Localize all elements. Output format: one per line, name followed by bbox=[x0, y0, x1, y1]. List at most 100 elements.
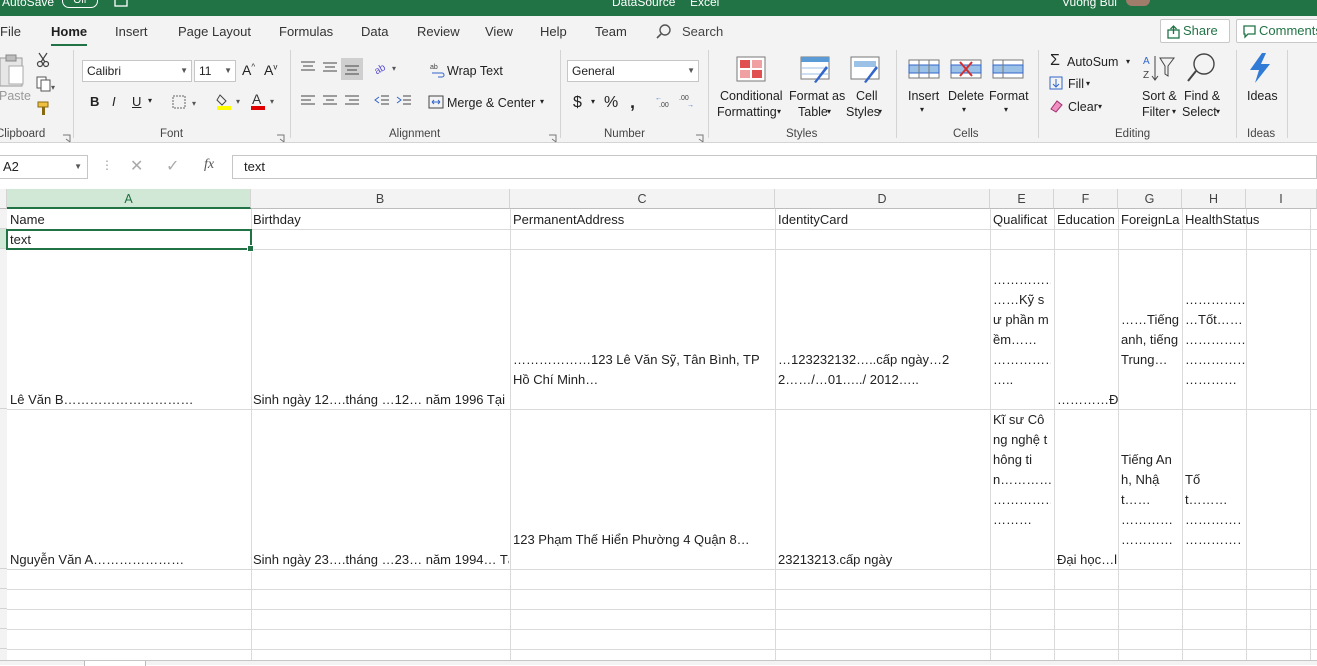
cancel-icon[interactable]: ✕ bbox=[130, 156, 143, 176]
paste-icon[interactable] bbox=[0, 54, 26, 91]
cell-g3[interactable]: ……Tiếng anh, tiếng Trung… bbox=[1121, 310, 1181, 390]
number-launcher-icon[interactable] bbox=[695, 131, 704, 146]
fill-icon[interactable] bbox=[1049, 76, 1063, 93]
grow-font-icon[interactable]: A^ bbox=[242, 62, 255, 78]
align-middle-icon[interactable] bbox=[322, 60, 338, 77]
tab-team[interactable]: Team bbox=[595, 24, 627, 39]
cell-d4[interactable]: 23213213.cấp ngày bbox=[778, 550, 988, 570]
align-top-icon[interactable] bbox=[300, 60, 316, 77]
alignment-launcher-icon[interactable] bbox=[548, 131, 557, 146]
sheet-tab[interactable] bbox=[84, 661, 146, 666]
cell-b3[interactable]: Sinh ngày 12….tháng …12… năm 1996 Tại bbox=[253, 390, 509, 410]
share-button[interactable]: Share bbox=[1160, 19, 1230, 43]
comments-button[interactable]: Comments bbox=[1236, 19, 1317, 43]
cell-b4[interactable]: Sinh ngày 23….tháng …23… năm 1994… Tại bbox=[253, 550, 509, 570]
chevron-down-icon[interactable]: ▾ bbox=[1004, 105, 1008, 114]
align-bottom-icon[interactable] bbox=[341, 58, 363, 80]
chevron-down-icon[interactable]: ▾ bbox=[1098, 102, 1102, 111]
font-size-combo[interactable]: 11 ▼ bbox=[194, 60, 236, 82]
find-select-label-1[interactable]: Find & bbox=[1184, 89, 1220, 103]
percent-icon[interactable]: % bbox=[604, 94, 618, 112]
tab-review[interactable]: Review bbox=[417, 24, 460, 39]
chevron-down-icon[interactable]: ▾ bbox=[827, 107, 831, 116]
column-header-e[interactable]: E bbox=[990, 189, 1054, 209]
copy-icon[interactable]: ▾ bbox=[36, 76, 56, 95]
delete-cells-button[interactable]: Delete bbox=[948, 89, 984, 103]
delete-cells-icon[interactable] bbox=[950, 56, 982, 85]
cell-c1[interactable]: PermanentAddress bbox=[513, 210, 773, 230]
shrink-font-icon[interactable]: Av bbox=[264, 62, 277, 78]
cell-d1[interactable]: IdentityCard bbox=[778, 210, 988, 230]
tab-help[interactable]: Help bbox=[540, 24, 567, 39]
italic-icon[interactable]: I bbox=[112, 94, 116, 109]
format-as-table-label-1[interactable]: Format as bbox=[789, 89, 845, 103]
ideas-icon[interactable] bbox=[1246, 52, 1274, 87]
cut-icon[interactable] bbox=[36, 52, 50, 71]
cell-f4[interactable]: Đại học…l bbox=[1057, 550, 1118, 570]
column-header-a[interactable]: A bbox=[7, 189, 251, 209]
enter-icon[interactable]: ✓ bbox=[166, 156, 179, 176]
save-icon[interactable] bbox=[114, 0, 128, 10]
increase-decimal-icon[interactable]: ← .00 bbox=[655, 93, 675, 112]
clear-button[interactable]: Clear bbox=[1068, 100, 1098, 114]
sort-filter-label-1[interactable]: Sort & bbox=[1142, 89, 1177, 103]
chevron-down-icon[interactable]: ▾ bbox=[1172, 107, 1176, 116]
tab-data[interactable]: Data bbox=[361, 24, 388, 39]
format-cells-icon[interactable] bbox=[992, 56, 1024, 85]
cell-g1[interactable]: ForeignLa bbox=[1121, 210, 1182, 230]
currency-icon[interactable]: $ bbox=[573, 94, 582, 112]
chevron-down-icon[interactable]: ▾ bbox=[1216, 107, 1220, 116]
font-color-icon[interactable]: A ▾ bbox=[250, 91, 280, 113]
find-select-icon[interactable] bbox=[1186, 52, 1216, 87]
cell-styles-icon[interactable] bbox=[850, 56, 880, 87]
cell-a4[interactable]: Nguyễn Văn A………………… bbox=[10, 550, 250, 570]
conditional-formatting-label-1[interactable]: Conditional bbox=[720, 89, 783, 103]
cell-h3[interactable]: …………… …Tốt…… …………… …………… ………… bbox=[1185, 290, 1245, 390]
chevron-down-icon[interactable]: ▾ bbox=[777, 107, 781, 116]
sort-filter-icon[interactable]: AZ bbox=[1143, 54, 1175, 87]
insert-function-icon[interactable]: fx bbox=[204, 157, 214, 173]
row-header[interactable] bbox=[0, 609, 7, 629]
clipboard-launcher-icon[interactable] bbox=[62, 131, 71, 146]
cell-styles-label-1[interactable]: Cell bbox=[856, 89, 878, 103]
column-header-c[interactable]: C bbox=[510, 189, 775, 209]
font-name-combo[interactable]: Calibri ▼ bbox=[82, 60, 192, 82]
more-icon[interactable]: ⋮ bbox=[101, 158, 113, 172]
insert-cells-button[interactable]: Insert bbox=[908, 89, 939, 103]
conditional-formatting-label-2[interactable]: Formatting bbox=[717, 105, 777, 119]
column-header-f[interactable]: F bbox=[1054, 189, 1118, 209]
worksheet-grid[interactable]: A B C D E F G H I Name Birthday Permanen… bbox=[0, 189, 1317, 665]
row-header[interactable] bbox=[0, 589, 7, 609]
wrap-text-button[interactable]: Wrap Text bbox=[447, 64, 503, 78]
tab-view[interactable]: View bbox=[485, 24, 513, 39]
cell-a1[interactable]: Name bbox=[10, 210, 250, 230]
cell-f1[interactable]: Education bbox=[1057, 210, 1118, 230]
cell-e3[interactable]: …………… ……Kỹ sư phần mềm…… …………… ….. bbox=[993, 270, 1051, 390]
format-as-table-icon[interactable] bbox=[800, 56, 830, 87]
cell-styles-label-2[interactable]: Styles bbox=[846, 105, 880, 119]
autosum-icon[interactable]: Σ bbox=[1050, 52, 1060, 70]
row-header[interactable] bbox=[0, 249, 7, 409]
orientation-icon[interactable]: ab ▾ bbox=[373, 60, 400, 77]
underline-icon[interactable]: U bbox=[132, 94, 141, 109]
select-all-corner[interactable] bbox=[0, 189, 7, 209]
column-header-b[interactable]: B bbox=[251, 189, 510, 209]
merge-center-button[interactable]: Merge & Center bbox=[447, 96, 535, 110]
find-select-label-2[interactable]: Select bbox=[1182, 105, 1217, 119]
column-header-d[interactable]: D bbox=[775, 189, 990, 209]
autosum-button[interactable]: AutoSum bbox=[1067, 55, 1118, 69]
chevron-down-icon[interactable]: ▾ bbox=[1086, 79, 1090, 88]
bold-icon[interactable]: B bbox=[90, 94, 99, 109]
paste-label[interactable]: Paste bbox=[0, 89, 31, 103]
column-header-h[interactable]: H bbox=[1182, 189, 1246, 209]
align-right-icon[interactable] bbox=[344, 94, 360, 111]
fill-color-icon[interactable]: ▾ bbox=[216, 92, 246, 113]
cell-h1[interactable]: HealthStatus bbox=[1185, 210, 1305, 230]
clear-icon[interactable] bbox=[1049, 99, 1063, 116]
align-center-icon[interactable] bbox=[322, 94, 338, 111]
row-header[interactable] bbox=[0, 209, 7, 229]
search-box[interactable]: Search bbox=[682, 24, 723, 39]
search-icon[interactable] bbox=[656, 24, 672, 43]
avatar[interactable] bbox=[1126, 0, 1150, 6]
format-cells-button[interactable]: Format bbox=[989, 89, 1029, 103]
